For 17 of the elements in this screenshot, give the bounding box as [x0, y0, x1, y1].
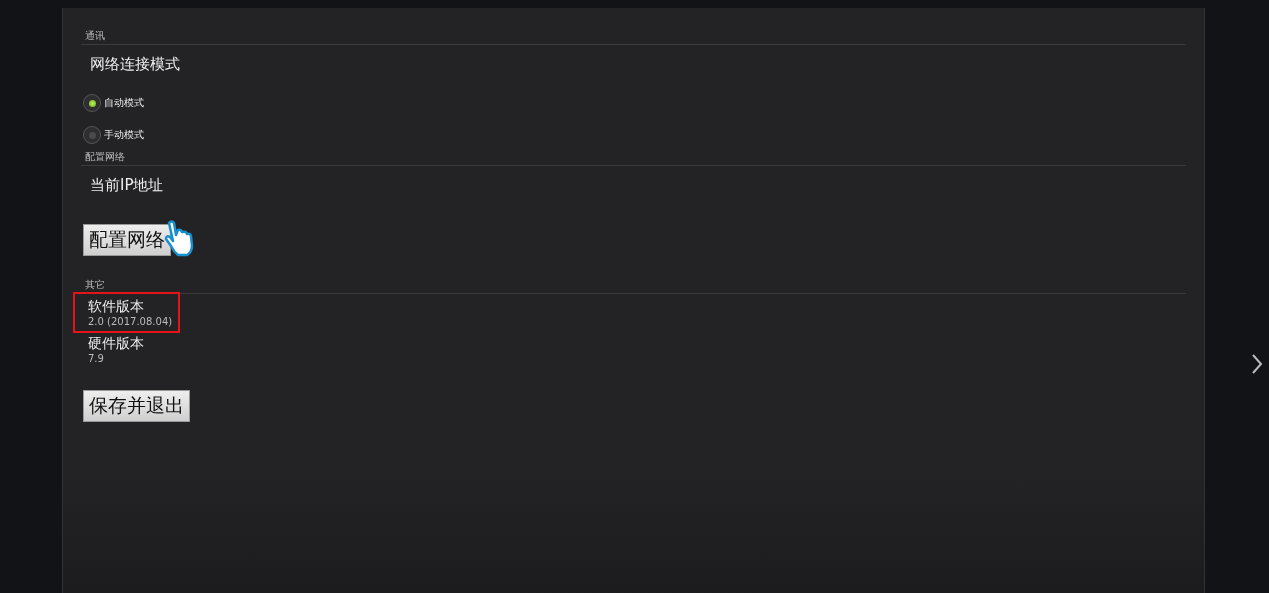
info-item[interactable]: 硬件版本 7.9 — [75, 331, 178, 368]
item-value: 2.0 (2017.08.04) — [88, 316, 174, 327]
radio-label[interactable]: 自动模式 — [104, 96, 144, 110]
setting-title: 网络连接模式 — [89, 54, 181, 75]
section-header: 配置网络 — [81, 151, 1186, 166]
item-value: 7.9 — [88, 353, 105, 364]
section-header: 通讯 — [81, 30, 1186, 45]
item-title: 硬件版本 — [88, 335, 145, 353]
radio-button[interactable] — [83, 94, 101, 112]
item-title: 软件版本 — [88, 298, 145, 316]
info-item[interactable]: 软件版本 2.0 (2017.08.04) — [75, 294, 178, 331]
configure-network-button[interactable]: 配置网络 — [83, 224, 171, 256]
section-header: 其它 — [81, 279, 1186, 294]
save-and-exit-button[interactable]: 保存并退出 — [83, 390, 190, 422]
radio-button[interactable] — [83, 126, 101, 144]
radio-label[interactable]: 手动模式 — [104, 128, 144, 142]
setting-title: 当前IP地址 — [89, 175, 165, 196]
